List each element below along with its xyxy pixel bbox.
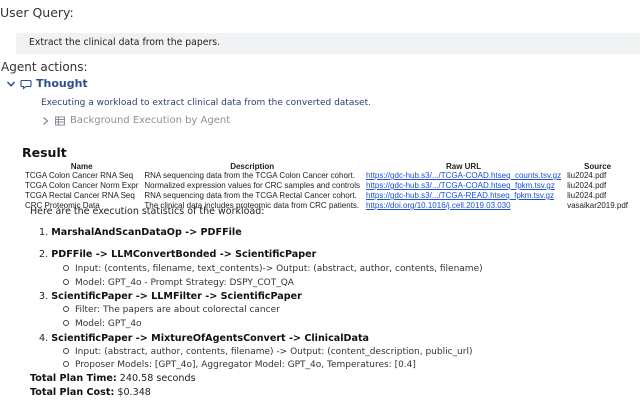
user-query-heading: User Query: xyxy=(0,5,74,20)
user-query-box: Extract the clinical data from the paper… xyxy=(16,33,640,54)
total-plan-time: Total Plan Time: 240.58 seconds xyxy=(30,373,196,384)
plan-step: 1. MarshalAndScanDataOp -> PDFFile xyxy=(39,227,242,238)
column-header: Name xyxy=(70,162,93,171)
step-title: PDFFile -> LLMConvertBonded -> Scientifi… xyxy=(51,249,317,260)
table-row: TCGA Colon Cancer Norm Expr Normalized e… xyxy=(22,181,631,191)
bullet-icon xyxy=(63,347,69,354)
cell-raw-url-link[interactable]: https://gdc-hub.s3/.../TCGA-COAD.htseq_c… xyxy=(363,171,564,181)
cell-name: TCGA Colon Cancer Norm Expr xyxy=(25,181,139,190)
cell-description: Normalized expression values for CRC sam… xyxy=(144,181,361,190)
user-query-text: Extract the clinical data from the paper… xyxy=(29,37,221,48)
cell-source: liu2024.pdf xyxy=(567,191,607,200)
column-header: Raw URL xyxy=(445,162,482,171)
bullet-icon xyxy=(63,305,69,312)
step-title: ScientificPaper -> LLMFilter -> Scientif… xyxy=(51,291,302,302)
step-detail: Input: (abstract, author, contents, file… xyxy=(63,347,472,357)
cell-source: liu2024.pdf xyxy=(567,181,607,190)
bullet-icon xyxy=(63,278,69,285)
cell-description: RNA sequencing data from the TCGA Rectal… xyxy=(144,191,357,200)
chat-bubble-icon xyxy=(20,79,32,90)
plan-step: 2. PDFFile -> LLMConvertBonded -> Scient… xyxy=(39,249,316,260)
plan-step: 3. ScientificPaper -> LLMFilter -> Scien… xyxy=(39,291,302,302)
cell-name: TCGA Rectal Cancer RNA Seq xyxy=(25,191,135,200)
total-plan-time-label: Total Plan Time: xyxy=(30,373,117,384)
table-header-row: Name Description Raw URL Source xyxy=(22,162,631,171)
result-table: Name Description Raw URL Source TCGA Col… xyxy=(22,162,631,211)
bullet-icon xyxy=(63,264,69,271)
cell-description: RNA sequencing data from the TCGA Colon … xyxy=(144,171,356,180)
table-icon xyxy=(55,116,65,126)
total-plan-cost-value: $0.348 xyxy=(117,387,151,398)
agent-actions-heading: Agent actions: xyxy=(1,60,88,74)
step-title: ScientificPaper -> MixtureOfAgentsConver… xyxy=(51,333,370,344)
chevron-right-icon xyxy=(41,116,50,126)
total-plan-cost: Total Plan Cost: $0.348 xyxy=(30,387,151,398)
thought-toggle[interactable]: Thought xyxy=(6,77,88,90)
column-header: Description xyxy=(230,162,275,171)
step-detail: Model: GPT_4o xyxy=(63,319,142,329)
execution-intro: Here are the execution statistics of the… xyxy=(30,206,265,217)
step-title: MarshalAndScanDataOp -> PDFFile xyxy=(51,227,242,238)
cell-source: vasaikar2019.pdf xyxy=(567,201,629,210)
step-detail: Proposer Models: [GPT_4o], Aggregator Mo… xyxy=(63,360,416,370)
step-detail: Input: (contents, filename, text_content… xyxy=(63,264,483,274)
step-number: 3. xyxy=(39,291,49,302)
chevron-down-icon xyxy=(6,80,16,87)
step-number: 4. xyxy=(39,333,49,344)
column-header: Source xyxy=(583,162,612,171)
cell-source: liu2024.pdf xyxy=(567,171,607,180)
thought-text: Executing a workload to extract clinical… xyxy=(41,98,371,108)
table-row: TCGA Rectal Cancer RNA Seq RNA sequencin… xyxy=(22,191,631,201)
cell-raw-url-link[interactable]: https://gdc-hub.s3/.../TCGA-COAD.htseq_f… xyxy=(363,181,564,191)
background-execution-toggle[interactable]: Background Execution by Agent xyxy=(41,115,230,126)
step-detail: Model: GPT_4o - Prompt Strategy: DSPY_CO… xyxy=(63,278,294,288)
total-plan-time-value: 240.58 seconds xyxy=(119,373,196,384)
bullet-icon xyxy=(63,319,69,326)
result-title: Result xyxy=(22,145,67,160)
thought-label: Thought xyxy=(36,77,88,90)
step-number: 2. xyxy=(39,249,49,260)
step-detail: Filter: The papers are about colorectal … xyxy=(63,305,280,315)
cell-raw-url-link[interactable]: https://gdc-hub.s3/.../TCGA-READ.htseq_f… xyxy=(363,191,564,201)
step-number: 1. xyxy=(39,227,49,238)
plan-step: 4. ScientificPaper -> MixtureOfAgentsCon… xyxy=(39,333,369,344)
background-execution-label: Background Execution by Agent xyxy=(70,115,231,126)
cell-raw-url-link[interactable]: https://doi.org/10.1016/j.cell.2019.03.0… xyxy=(363,201,564,211)
cell-name: TCGA Colon Cancer RNA Seq xyxy=(25,171,134,180)
total-plan-cost-label: Total Plan Cost: xyxy=(30,387,115,398)
bullet-icon xyxy=(63,360,69,367)
table-row: TCGA Colon Cancer RNA Seq RNA sequencing… xyxy=(22,171,631,181)
